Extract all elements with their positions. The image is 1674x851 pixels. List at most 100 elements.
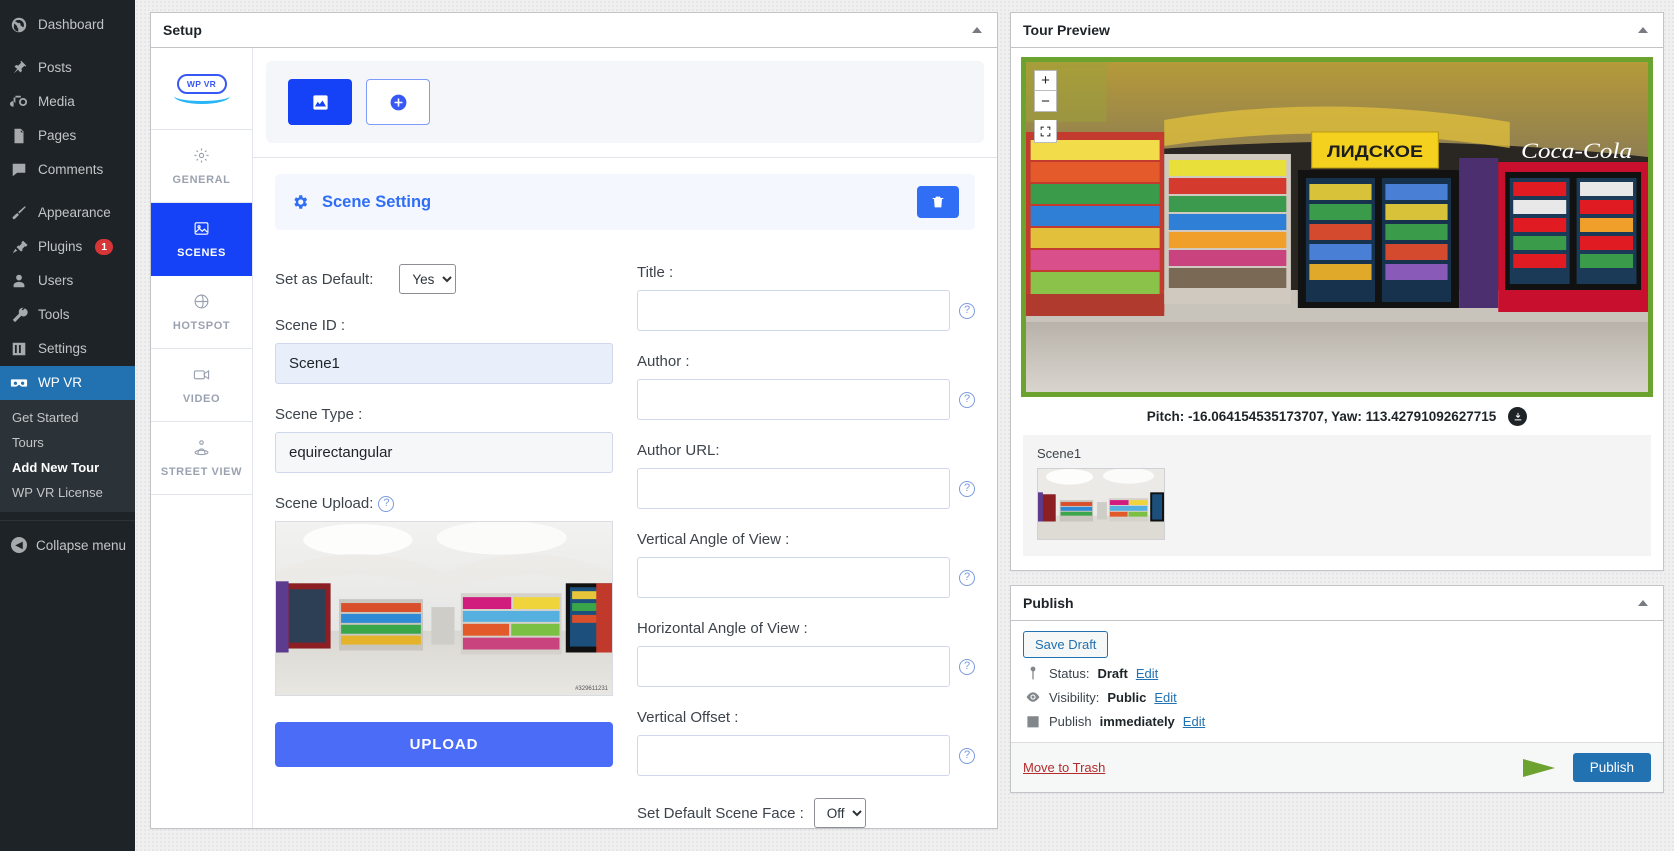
comments-icon	[9, 160, 29, 180]
scene-upload-preview[interactable]: #329611231	[275, 521, 613, 696]
submenu-item-get-started[interactable]: Get Started	[0, 405, 135, 430]
center-shelving	[1164, 154, 1291, 304]
pin-icon	[9, 58, 29, 78]
zoom-in-button[interactable]: +	[1034, 70, 1057, 91]
dashboard-icon	[9, 15, 29, 35]
image-watermark: #329611231	[575, 686, 608, 692]
status-value: Draft	[1097, 665, 1128, 681]
publish-button[interactable]: Publish	[1572, 753, 1651, 782]
title-label: Title :	[637, 264, 674, 281]
scene-setting-block: Scene Setting Set as Default: Yes Scene …	[253, 158, 997, 828]
help-icon[interactable]: ?	[959, 480, 975, 497]
tab-street-view[interactable]: STREET VIEW	[151, 422, 252, 495]
help-icon[interactable]: ?	[959, 391, 975, 408]
author-url-input[interactable]	[637, 468, 950, 509]
chevron-up-icon[interactable]	[972, 27, 982, 33]
delete-scene-button[interactable]	[917, 186, 959, 218]
default-scene-face-select[interactable]: Off	[813, 798, 866, 828]
move-to-trash-link[interactable]: Move to Trash	[1023, 760, 1105, 775]
submenu-item-tours[interactable]: Tours	[0, 430, 135, 455]
sidebar-item-label: WP VR	[38, 375, 83, 390]
horizontal-angle-field: Horizontal Angle of View : ?	[637, 620, 975, 687]
submenu-item-wp-vr-license[interactable]: WP VR License	[0, 480, 135, 505]
scene-right-column: Title : ? Author : ? Author URL: ? Verti…	[637, 264, 975, 828]
title-field: Title : ?	[637, 264, 975, 331]
vertical-offset-label: Vertical Offset :	[637, 709, 739, 726]
side-column: Tour Preview ЛИДСКОЕ Coca-Cola + − Pitch…	[1010, 12, 1664, 851]
chevron-up-icon[interactable]	[1638, 600, 1648, 606]
schedule-value: immediately	[1099, 713, 1175, 729]
sidebar-item-settings[interactable]: Settings	[0, 332, 135, 366]
sidebar-item-tools[interactable]: Tools	[0, 298, 135, 332]
pages-icon	[9, 126, 29, 146]
scene-id-input[interactable]	[275, 343, 613, 384]
save-draft-button[interactable]: Save Draft	[1023, 631, 1109, 658]
sidebar-item-wp-vr[interactable]: WP VR	[0, 366, 135, 400]
collapse-menu-button[interactable]: ◀ Collapse menu	[0, 529, 135, 561]
zoom-out-button[interactable]: −	[1034, 91, 1057, 112]
scene-type-input[interactable]	[275, 432, 613, 473]
author-input[interactable]	[637, 379, 950, 420]
scene-id-label: Scene ID :	[275, 317, 346, 334]
left-shelving	[1026, 132, 1165, 316]
help-icon[interactable]: ?	[959, 569, 975, 586]
sidebar-item-posts[interactable]: Posts	[0, 51, 135, 85]
plug-icon	[9, 237, 29, 257]
scene-setting-title: Scene Setting	[322, 192, 432, 211]
vertical-angle-label: Vertical Angle of View :	[637, 531, 790, 548]
tab-video[interactable]: VIDEO	[151, 349, 252, 422]
add-circle-icon	[390, 94, 406, 110]
publish-body: Save Draft Status: Draft Edit Visibility…	[1011, 621, 1663, 730]
add-scene-button[interactable]	[366, 79, 430, 125]
sidebar-item-users[interactable]: Users	[0, 264, 135, 298]
scenes-toolbar	[266, 61, 984, 143]
help-icon[interactable]: ?	[959, 302, 975, 319]
sidebar-item-pages[interactable]: Pages	[0, 119, 135, 153]
scene-thumbnail-list: Scene1	[1023, 435, 1651, 556]
wp-admin-screen: Dashboard Posts Media Pages Comments App…	[0, 0, 1674, 851]
viewer-controls: + −	[1034, 70, 1057, 143]
horizontal-angle-input[interactable]	[637, 646, 950, 687]
panorama-viewer[interactable]: ЛИДСКОЕ Coca-Cola + −	[1021, 57, 1653, 397]
status-label: Status:	[1049, 665, 1090, 681]
sidebar-item-plugins[interactable]: Plugins 1	[0, 230, 135, 264]
submenu-item-add-new-tour[interactable]: Add New Tour	[0, 455, 135, 480]
tab-scenes[interactable]: SCENES	[151, 203, 252, 276]
svg-text:Coca-Cola: Coca-Cola	[1521, 139, 1632, 163]
scene-card-thumbnail[interactable]	[1037, 468, 1165, 540]
title-input[interactable]	[637, 290, 950, 331]
fullscreen-button[interactable]	[1034, 120, 1057, 143]
user-icon	[9, 271, 29, 291]
tab-general[interactable]: GENERAL	[151, 130, 252, 203]
help-icon[interactable]: ?	[959, 747, 975, 764]
help-icon[interactable]: ?	[378, 495, 395, 512]
chevron-up-icon[interactable]	[1638, 27, 1648, 33]
panorama-thumbnail	[276, 522, 612, 695]
upload-button[interactable]: UPLOAD	[275, 722, 613, 767]
status-edit-link[interactable]: Edit	[1136, 666, 1158, 681]
schedule-label: Publish	[1049, 713, 1092, 729]
sidebar-item-appearance[interactable]: Appearance	[0, 196, 135, 230]
sidebar-item-media[interactable]: Media	[0, 85, 135, 119]
scene-type-field: Scene Type :	[275, 406, 613, 473]
pitch-yaw-row: Pitch: -16.064154535173707, Yaw: 113.427…	[1011, 397, 1663, 435]
pin-icon	[1030, 666, 1036, 680]
scene-card[interactable]: Scene1	[1037, 446, 1637, 540]
sidebar-item-label: Plugins	[38, 239, 83, 254]
visibility-label: Visibility:	[1049, 689, 1100, 705]
vertical-angle-input[interactable]	[637, 557, 950, 598]
collapse-menu-label: Collapse menu	[36, 537, 127, 553]
street-view-icon	[155, 439, 248, 456]
set-as-default-select[interactable]: Yes	[399, 264, 457, 294]
schedule-edit-link[interactable]: Edit	[1183, 714, 1205, 729]
vertical-offset-input[interactable]	[637, 735, 950, 776]
sidebar-item-comments[interactable]: Comments	[0, 153, 135, 187]
svg-text:ЛИДСКОЕ: ЛИДСКОЕ	[1327, 141, 1423, 160]
image-scene-button[interactable]	[288, 79, 352, 125]
visibility-edit-link[interactable]: Edit	[1154, 690, 1176, 705]
help-icon[interactable]: ?	[959, 658, 975, 675]
download-button[interactable]	[1508, 407, 1528, 426]
sidebar-item-dashboard[interactable]: Dashboard	[0, 8, 135, 42]
tab-hotspot[interactable]: HOTSPOT	[151, 276, 252, 349]
publish-footer: Move to Trash Publish	[1011, 742, 1663, 792]
